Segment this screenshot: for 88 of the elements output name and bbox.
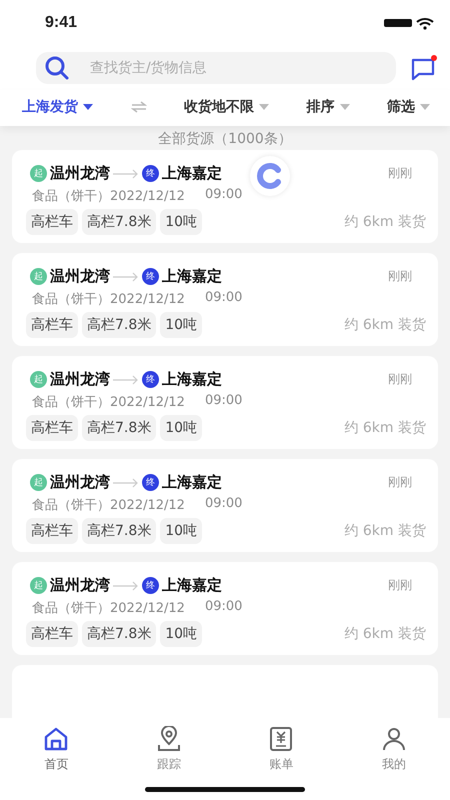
cargo-card[interactable]: 起 温州龙湾 终 上海嘉定 刚刚 食品（饼干）2022/12/12 09:00 高栏车 高栏7.8米 10吨 约 6km 装货 [12,459,438,552]
vehicle-tag: 高栏7.8米 [82,415,156,441]
origin-badge: 起 [30,474,47,491]
bill-icon [268,726,294,752]
vehicle-tag: 10吨 [160,518,202,544]
vehicle-tag: 高栏车 [26,518,78,544]
origin-city: 温州龙湾 [50,267,110,286]
vehicle-tag: 高栏车 [26,209,78,235]
destination-city: 上海嘉定 [162,267,222,286]
tab-item[interactable]: 跟踪 [148,726,190,778]
origin-badge: 起 [30,371,47,388]
time-ago: 刚刚 [388,268,412,285]
time-ago: 刚刚 [388,474,412,491]
vehicle-tag: 高栏7.8米 [82,518,156,544]
origin-city: 温州龙湾 [50,370,110,389]
vehicle-tag: 高栏7.8米 [82,209,156,235]
time-ago: 刚刚 [388,165,412,182]
origin-city: 温州龙湾 [50,473,110,492]
vehicle-tag: 10吨 [160,209,202,235]
destination-city: 上海嘉定 [162,576,222,595]
load-time: 09:00 [204,496,242,513]
origin-badge: 起 [30,577,47,594]
vehicle-tag: 高栏车 [26,621,78,647]
load-time: 09:00 [204,393,242,410]
caret-icon [83,104,93,110]
load-time: 09:00 [204,599,242,616]
home-icon [43,726,70,752]
filter-dropdown[interactable]: 收货地不限 [184,98,269,116]
tab-item[interactable]: 我的 [372,726,415,778]
destination-city: 上海嘉定 [162,473,222,492]
cargo-card[interactable]: 起 温州龙湾 终 上海嘉定 刚刚 食品（饼干）2022/12/12 09:00 高栏车 高栏7.8米 10吨 约 6km 装货 [12,356,438,449]
wifi-icon [416,16,434,30]
time-ago: 刚刚 [388,371,412,388]
status-time: 9:41 [45,14,78,32]
cargo-info: 食品（饼干）2022/12/12 [32,394,185,411]
filter-dropdown[interactable]: 筛选 [387,98,430,116]
search-field[interactable]: 查找货主/货物信息 [36,52,396,84]
cargo-card[interactable]: 起 温州龙湾 终 上海嘉定 刚刚 食品（饼干）2022/12/12 09:00 高栏车 高栏7.8米 10吨 约 6km 装货 [12,150,438,243]
distance-text: 约 6km 装货 [344,625,426,643]
vehicle-tag: 10吨 [160,312,202,338]
arrow-icon [113,478,139,488]
caret-icon [259,104,269,110]
destination-badge: 终 [142,371,159,388]
filter-dropdown[interactable]: 排序 [306,98,350,116]
vehicle-tag: 高栏车 [26,312,78,338]
result-count: 全部货源（1000条） [157,130,293,148]
cargo-card[interactable]: 起 温州龙湾 终 上海嘉定 刚刚 食品（饼干）2022/12/12 09:00 高栏车 高栏7.8米 10吨 约 6km 装货 [12,562,438,655]
distance-text: 约 6km 装货 [344,522,426,540]
load-time: 09:00 [204,187,242,204]
origin-city: 温州龙湾 [50,164,110,183]
origin-city: 温州龙湾 [50,576,110,595]
vehicle-tag: 高栏7.8米 [82,312,156,338]
vehicle-tag: 高栏车 [26,415,78,441]
vehicle-tag: 10吨 [160,621,202,647]
destination-badge: 终 [142,474,159,491]
cargo-info: 食品（饼干）2022/12/12 [32,497,185,514]
message-icon[interactable] [410,55,438,81]
arrow-icon [113,168,139,178]
signal-icon [384,17,412,29]
destination-city: 上海嘉定 [162,370,222,389]
location-pin-icon [156,726,182,752]
time-ago: 刚刚 [388,577,412,594]
caret-icon [340,104,350,110]
caret-icon [420,104,430,110]
tab-item[interactable]: 账单 [260,726,302,778]
destination-badge: 终 [142,268,159,285]
distance-text: 约 6km 装货 [344,213,426,231]
cargo-info: 食品（饼干）2022/12/12 [32,600,185,617]
destination-city: 上海嘉定 [162,164,222,183]
arrow-icon [113,374,139,384]
user-icon [380,726,407,752]
cargo-info: 食品（饼干）2022/12/12 [32,188,185,205]
origin-badge: 起 [30,268,47,285]
cargo-info: 食品（饼干）2022/12/12 [32,291,185,308]
load-time: 09:00 [204,290,242,307]
filter-dropdown[interactable]: 上海发货 [22,98,93,116]
tab-item[interactable]: 首页 [35,726,78,778]
vehicle-tag: 高栏7.8米 [82,621,156,647]
search-icon [44,55,70,81]
arrow-icon [113,272,139,282]
destination-badge: 终 [142,577,159,594]
arrow-icon [113,580,139,590]
vehicle-tag: 10吨 [160,415,202,441]
destination-badge: 终 [142,165,159,182]
distance-text: 约 6km 装货 [344,419,426,437]
origin-badge: 起 [30,165,47,182]
cargo-card[interactable]: 起 温州龙湾 终 上海嘉定 刚刚 食品（饼干）2022/12/12 09:00 高栏车 高栏7.8米 10吨 约 6km 装货 [12,253,438,346]
distance-text: 约 6km 装货 [344,316,426,334]
